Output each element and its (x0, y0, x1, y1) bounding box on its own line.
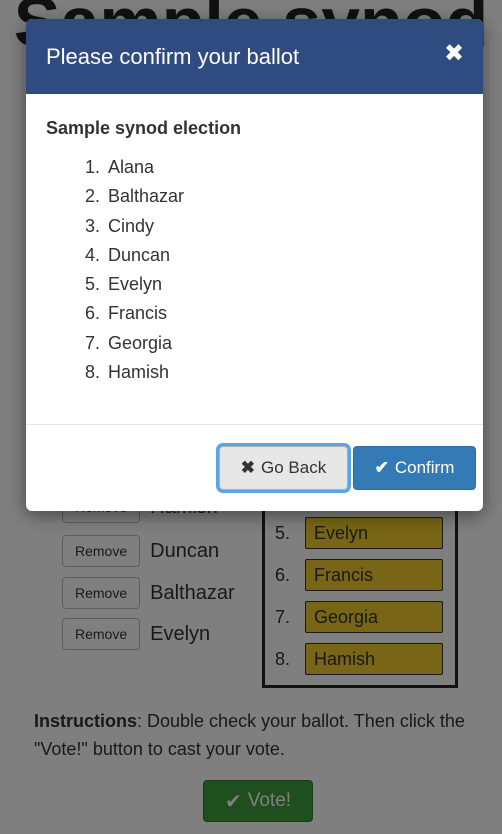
ballot-item: 1. Alana (84, 153, 463, 182)
modal-header: Please confirm your ballot ✖ (26, 19, 483, 94)
ballot-rank: 2. (84, 186, 100, 207)
ballot-item: 4. Duncan (84, 241, 463, 270)
election-name: Sample synod election (46, 118, 242, 138)
ballot-item: 3. Cindy (84, 212, 463, 241)
ballot-rank: 1. (84, 157, 100, 177)
ballot-item: 5. Evelyn (84, 270, 463, 299)
ballot-rank: 5. (84, 274, 100, 295)
modal-footer: ✖ Go Back ✔ Confirm (26, 425, 483, 511)
ballot-candidate: Alana (108, 157, 155, 177)
ballot-rank: 8. (84, 362, 100, 383)
ballot-item: 6. Francis (84, 299, 463, 328)
ballot-list: 1. Alana 2. Balthazar 3. Cindy 4. Duncan 5. E… (46, 153, 463, 387)
confirm-ballot-modal: Please confirm your ballot ✖ Sample syno… (26, 19, 483, 511)
confirm-button[interactable]: ✔ Confirm (353, 446, 476, 490)
ballot-item: 7. Georgia (84, 329, 463, 358)
ballot-rank: 3. (84, 215, 100, 236)
ballot-item: 2. Balthazar (84, 182, 463, 211)
ballot-candidate: Hamish (108, 362, 170, 383)
ballot-candidate: Evelyn (108, 274, 163, 295)
confirm-label: Confirm (394, 458, 455, 477)
go-back-button[interactable]: ✖ Go Back (219, 446, 348, 490)
ballot-candidate: Duncan (108, 244, 171, 265)
close-icon[interactable]: ✖ (441, 41, 467, 67)
ballot-candidate: Georgia (108, 332, 173, 353)
ballot-rank: 7. (84, 332, 100, 353)
checkmark-icon: ✔ (374, 458, 389, 477)
ballot-item: 8. Hamish (84, 358, 463, 387)
ballot-candidate: Balthazar (108, 186, 185, 207)
close-icon: ✖ (240, 458, 256, 477)
ballot-rank: 6. (84, 303, 100, 324)
modal-title: Please confirm your ballot (46, 43, 300, 69)
ballot-rank: 4. (84, 244, 100, 265)
modal-body: Sample synod election 1. Alana 2. Balthaza… (26, 94, 483, 424)
ballot-candidate: Cindy (108, 215, 155, 236)
go-back-label: Go Back (261, 458, 327, 477)
ballot-candidate: Francis (108, 303, 168, 324)
